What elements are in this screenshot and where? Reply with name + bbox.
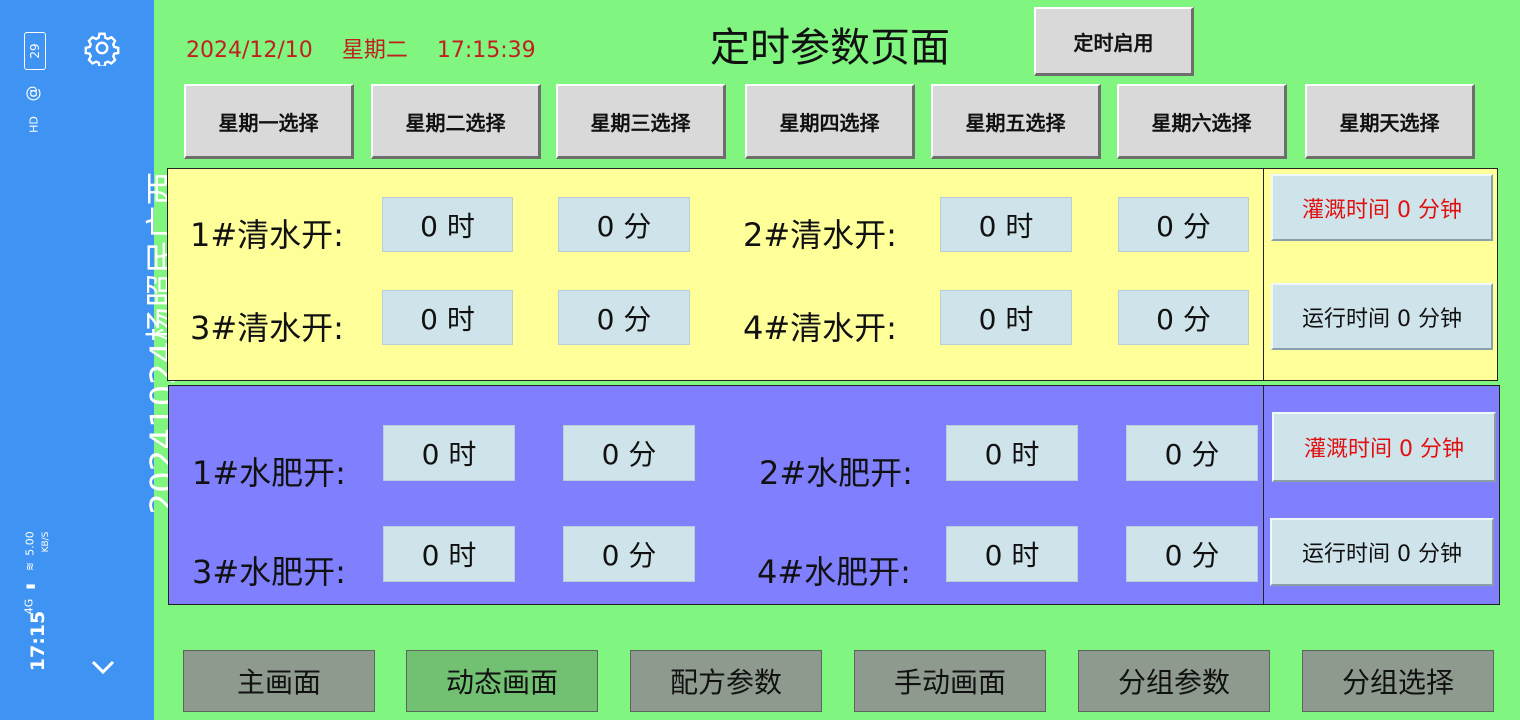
timer-enable-button[interactable]: 定时启用 <box>1034 7 1194 76</box>
status-bar: 17:15 4G ▮ ≋ 5.00 KB/S HD @ 29 <box>0 0 58 720</box>
nav-recipe-params-button[interactable]: 配方参数 <box>630 650 822 712</box>
net-speed-unit: KB/S <box>41 531 51 553</box>
nav-group-params-button[interactable]: 分组参数 <box>1078 650 1270 712</box>
monday-select-button[interactable]: 星期一选择 <box>184 84 354 159</box>
datetime: 2024/12/10 星期二 17:15:39 <box>186 32 536 64</box>
chevron-down-icon[interactable] <box>88 652 118 682</box>
clean-water-4-hour-field[interactable]: 0 时 <box>940 290 1072 345</box>
fertilizer-1-label: 1#水肥开: <box>192 454 346 492</box>
fertilizer-irrigation-time: 灌溉时间 0 分钟 <box>1272 412 1496 482</box>
clean-water-4-minute-field[interactable]: 0 分 <box>1118 290 1249 345</box>
fertilizer-4-hour-field[interactable]: 0 时 <box>946 526 1078 582</box>
fertilizer-3-label: 3#水肥开: <box>192 553 346 591</box>
fertilizer-3-minute-field[interactable]: 0 分 <box>563 526 695 582</box>
page-title: 定时参数页面 <box>710 25 950 71</box>
friday-select-button[interactable]: 星期五选择 <box>931 84 1101 159</box>
at-icon: @ <box>22 85 42 102</box>
fertilizer-2-label: 2#水肥开: <box>759 454 913 492</box>
fertilizer-1-minute-field[interactable]: 0 分 <box>563 425 695 481</box>
thursday-select-button[interactable]: 星期四选择 <box>745 84 915 159</box>
wifi-icon: ≋ <box>23 561 37 572</box>
clean-water-2-hour-field[interactable]: 0 时 <box>940 197 1072 252</box>
sidebar: 20241024杨照民广西 <box>58 0 184 720</box>
fertilizer-4-label: 4#水肥开: <box>757 553 911 591</box>
clean-water-1-label: 1#清水开: <box>190 216 344 254</box>
clean-irrigation-time: 灌溉时间 0 分钟 <box>1271 174 1493 241</box>
clean-water-1-minute-field[interactable]: 0 分 <box>558 197 690 252</box>
clean-run-time: 运行时间 0 分钟 <box>1271 283 1493 350</box>
nav-main-screen-button[interactable]: 主画面 <box>183 650 375 712</box>
divider <box>1263 385 1264 605</box>
clean-water-1-hour-field[interactable]: 0 时 <box>382 197 513 252</box>
saturday-select-button[interactable]: 星期六选择 <box>1117 84 1287 159</box>
fertilizer-2-hour-field[interactable]: 0 时 <box>946 425 1078 481</box>
signal-icon: ▮ <box>23 583 37 590</box>
date: 2024/12/10 <box>186 38 313 63</box>
nav-dynamic-screen-button[interactable]: 动态画面 <box>406 650 598 712</box>
clean-water-2-label: 2#清水开: <box>743 216 897 254</box>
nav-manual-screen-button[interactable]: 手动画面 <box>854 650 1046 712</box>
clock: 17:15:39 <box>436 38 536 63</box>
fertilizer-3-hour-field[interactable]: 0 时 <box>383 526 515 582</box>
fertilizer-1-hour-field[interactable]: 0 时 <box>383 425 515 481</box>
battery-indicator: 29 <box>24 32 46 70</box>
gear-icon[interactable] <box>84 30 120 66</box>
weekday: 星期二 <box>341 38 408 63</box>
clean-water-2-minute-field[interactable]: 0 分 <box>1118 197 1249 252</box>
hd-icon: HD <box>27 116 41 133</box>
clean-water-3-label: 3#清水开: <box>190 309 344 347</box>
fertilizer-2-minute-field[interactable]: 0 分 <box>1126 425 1258 481</box>
tuesday-select-button[interactable]: 星期二选择 <box>371 84 541 159</box>
fertilizer-run-time: 运行时间 0 分钟 <box>1270 518 1494 586</box>
clean-water-3-minute-field[interactable]: 0 分 <box>558 290 690 345</box>
wednesday-select-button[interactable]: 星期三选择 <box>556 84 726 159</box>
divider <box>1263 168 1264 381</box>
clean-water-4-label: 4#清水开: <box>743 309 897 347</box>
clean-water-3-hour-field[interactable]: 0 时 <box>382 290 513 345</box>
sunday-select-button[interactable]: 星期天选择 <box>1305 84 1475 159</box>
nav-group-select-button[interactable]: 分组选择 <box>1302 650 1494 712</box>
net-speed: 5.00 <box>23 531 37 556</box>
fertilizer-4-minute-field[interactable]: 0 分 <box>1126 526 1258 582</box>
